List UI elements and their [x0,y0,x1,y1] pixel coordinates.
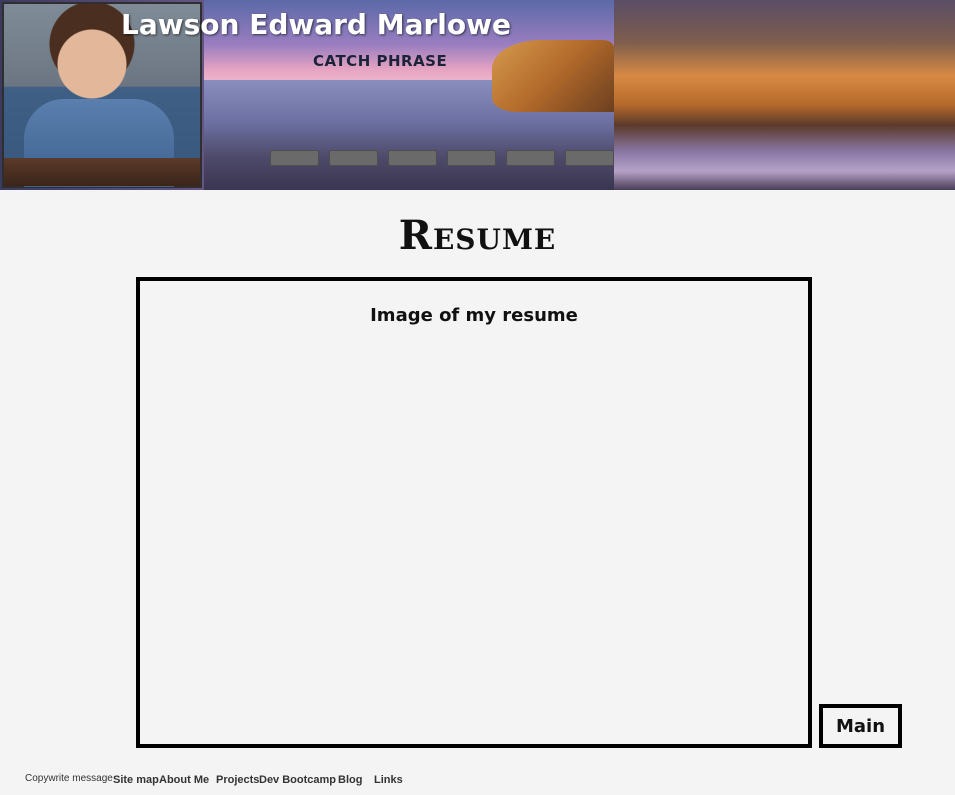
footer-link-dev-bootcamp[interactable]: Dev Bootcamp [259,774,336,786]
nav-button-2[interactable] [329,150,378,166]
footer-link-links[interactable]: Links [374,774,403,786]
nav-button-6[interactable] [565,150,614,166]
footer-link-site-map[interactable]: Site map [113,774,159,786]
nav-button-1[interactable] [270,150,319,166]
nav-button-4[interactable] [447,150,496,166]
header-streak [614,0,955,190]
resume-image-placeholder: Image of my resume [136,277,812,748]
footer-link-blog[interactable]: Blog [338,774,362,786]
main-button[interactable]: Main [819,704,902,748]
footer-link-about-me[interactable]: About Me [159,774,209,786]
page-title: Resume [398,212,557,259]
nav-button-5[interactable] [506,150,555,166]
copyright-text: Copywrite message [25,773,113,784]
nav-button-3[interactable] [388,150,437,166]
nav-buttons [270,150,614,166]
site-header: Lawson Edward Marlowe CATCH PHRASE [0,0,955,190]
header-rock [492,40,614,112]
catch-phrase: CATCH PHRASE [313,52,448,70]
profile-photo-table [4,158,200,186]
resume-caption: Image of my resume [370,305,578,326]
footer-link-projects[interactable]: Projects [216,774,259,786]
site-name: Lawson Edward Marlowe [121,8,511,41]
